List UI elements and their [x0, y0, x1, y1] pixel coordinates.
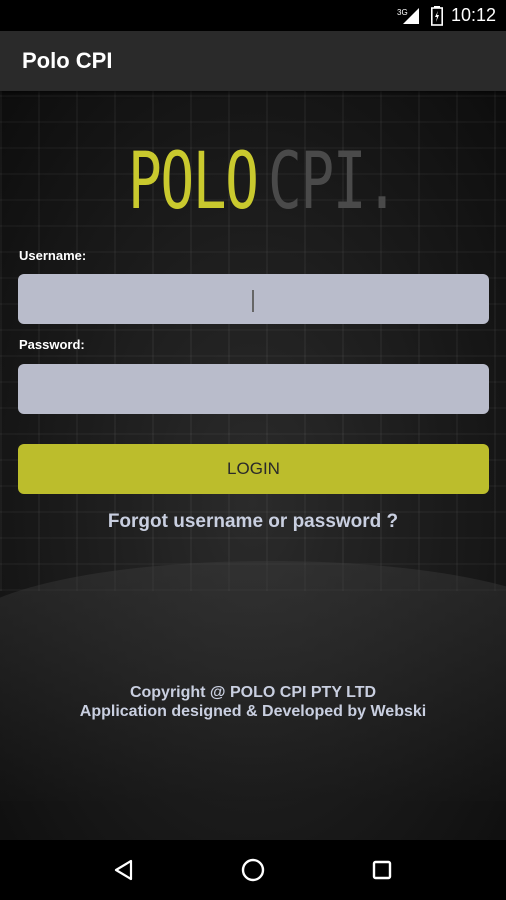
background-desk — [0, 561, 506, 801]
logo-cpi-text: CPI. — [267, 137, 399, 227]
login-screen: POLO CPI. Username: Password: LOGIN Forg… — [0, 91, 506, 840]
password-label: Password: — [19, 337, 85, 352]
polo-cpi-logo: POLO CPI. — [128, 121, 399, 227]
network-type-label: 3G — [397, 8, 408, 17]
footer: Copyright @ POLO CPI PTY LTD Application… — [0, 683, 506, 721]
app-title: Polo CPI — [22, 48, 113, 73]
battery-icon — [430, 5, 443, 26]
signal-icon: 3G — [397, 7, 423, 25]
status-bar: 3G 10:12 — [0, 0, 506, 31]
text-cursor — [252, 290, 254, 312]
home-button[interactable] — [233, 850, 273, 890]
username-label: Username: — [19, 248, 87, 263]
recents-icon — [372, 860, 391, 880]
app-bar: Polo CPI — [0, 31, 506, 91]
password-input[interactable] — [18, 364, 489, 414]
copyright-text: Copyright @ POLO CPI PTY LTD — [129, 684, 377, 701]
back-button[interactable] — [104, 850, 144, 890]
developer-credit-text: Application designed & Developed by Webs… — [79, 703, 427, 720]
login-button[interactable]: LOGIN — [18, 444, 489, 494]
navigation-bar — [0, 840, 506, 900]
recents-button[interactable] — [362, 850, 402, 890]
back-icon — [115, 859, 133, 881]
forgot-credentials-link[interactable]: Forgot username or password ? — [0, 511, 506, 533]
home-icon — [241, 858, 265, 882]
logo-polo-text: POLO — [128, 137, 259, 227]
status-time: 10:12 — [450, 5, 496, 25]
